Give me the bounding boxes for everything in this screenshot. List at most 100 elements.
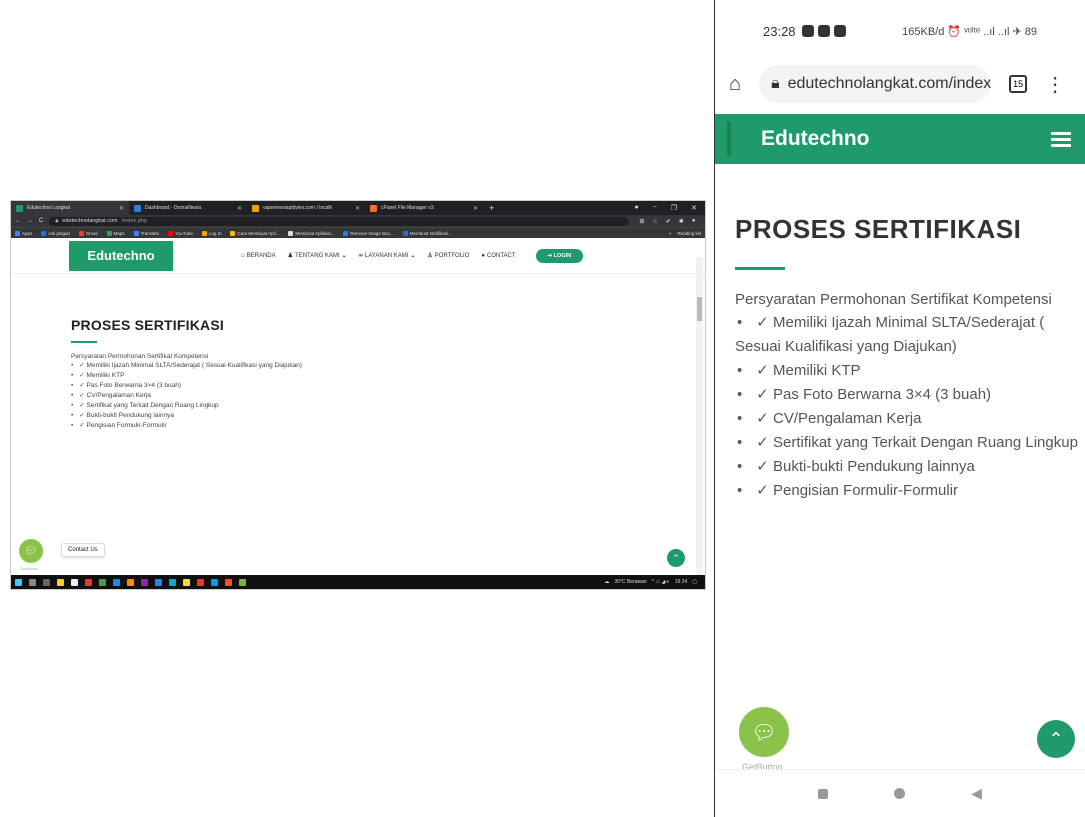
minimize-icon[interactable]: − [653,204,657,212]
close-window-icon[interactable]: ✕ [691,204,697,212]
task-view-icon[interactable] [43,578,50,586]
close-tab-icon[interactable]: ✕ [119,205,124,212]
bookmark-item[interactable]: Cara Membuat Apli... [230,230,279,236]
hamburger-menu-icon[interactable] [1051,131,1071,147]
nav-contact[interactable]: ● CONTACT [481,252,515,259]
nav-layanan-kami[interactable]: ∞ LAYANAN KAMI ⌄ [359,252,416,260]
search-icon[interactable] [29,578,36,586]
contact-us-tooltip[interactable]: Contact Us [61,543,105,557]
list-item: ✓ CV/Pengalaman Kerja [735,407,1080,431]
browser-tab[interactable]: Dashboard - DomaiNesia ✕ [129,201,247,215]
back-to-top-button[interactable]: ⌃ [667,549,685,567]
address-bar[interactable]: 🔒︎ edutechnolangkat.com/index.php [49,216,630,226]
tray-icons[interactable]: ^ ▭ ◢ 🔈︎ [652,579,670,585]
taskbar-app-icon[interactable] [239,578,246,586]
getbutton-chat-button[interactable]: 💬︎ [739,707,789,757]
address-bar[interactable]: 🔒︎ edutechnolangkat.com/index [759,65,992,103]
recents-icon[interactable] [818,788,829,799]
taskbar-app-icon[interactable] [71,578,78,586]
taskbar-app-icon[interactable] [57,578,64,586]
notification-icon[interactable]: ▢ [692,579,697,585]
title-underline [735,267,785,270]
windows-taskbar: ☁ 30°C Berawan ^ ▭ ◢ 🔈︎ 19:24 ▢ [11,575,705,589]
url-text: edutechnolangkat.com/index [787,75,992,92]
home-icon: ⌂ [241,252,245,259]
browser-tab[interactable]: vapeenesiapidyles.com / localh ✕ [247,201,365,215]
forward-icon[interactable]: → [27,218,33,224]
bookmark-item[interactable]: Gmail [78,230,98,236]
chevron-up-icon: ⌃ [672,552,680,563]
bookmark-item[interactable]: cek plagiat [41,230,70,236]
page-content: PROSES SERTIFIKASI Persyaratan Permohona… [71,317,671,431]
taskbar-app-icon[interactable] [169,578,176,586]
close-tab-icon[interactable]: ✕ [237,205,242,212]
chevron-up-icon: ⌃ [1048,728,1064,749]
taskbar-app-icon[interactable] [197,578,204,586]
tab-switcher-button[interactable]: 15 [1009,75,1028,93]
login-button[interactable]: ➜ LOGIN [535,248,584,263]
site-logo[interactable]: Edutechno [69,240,173,271]
taskbar-app-icon[interactable] [127,578,134,586]
bookmark-item[interactable]: Maps [106,230,125,236]
nav-tentang-kami[interactable]: ♟ TENTANG KAMI ⌄ [288,252,347,260]
more-icon[interactable]: ⋮ [703,218,705,225]
close-tab-icon[interactable]: ✕ [473,205,478,212]
bookmark-item[interactable]: Remove Image Bac... [343,230,394,236]
list-item: ✓ Bukti-bukti Pendukung lainnya [735,455,1080,479]
chat-icon: 💬︎ [751,721,777,744]
taskbar-app-icon[interactable] [141,578,148,586]
star-icon[interactable]: ☆ [652,218,657,225]
close-tab-icon[interactable]: ✕ [355,205,360,212]
taskbar-app-icon[interactable] [211,578,218,586]
reload-icon[interactable]: C [39,218,43,224]
windows-start-icon[interactable] [15,578,22,586]
taskbar-app-icon[interactable] [85,578,92,586]
tab-label: Dashboard - DomaiNesia [145,205,202,211]
back-to-top-button[interactable]: ⌃ [1037,720,1075,758]
more-bookmarks-icon[interactable]: » [669,231,672,236]
back-icon[interactable]: ◀ [971,785,982,802]
bookmark-item[interactable]: YouTube [168,230,193,236]
bookmark-item[interactable]: Membuat Aplikasi... [288,230,334,236]
taskbar-app-icon[interactable] [225,578,232,586]
puzzle-icon[interactable]: ✱ [679,218,684,225]
extension-icon[interactable]: ✔ [666,218,671,225]
taskbar-app-icon[interactable] [155,578,162,586]
bookmark-item[interactable]: Log In [201,230,221,236]
bookmark-item[interactable]: Membuat Notifikasi... [402,230,452,236]
tab-label: vapeenesiapidyles.com / localh [263,205,333,211]
getbutton-chat-button[interactable]: 💬︎ [19,539,43,563]
address-toolbar: ← → C 🔒︎ edutechnolangkat.com/index.php … [11,215,705,227]
requirements-intro: Persyaratan Permohonan Sertifikat Kompet… [735,291,1052,308]
bookmark-item[interactable]: Translate [133,230,159,236]
android-nav-bar: ◀ [715,769,1085,817]
window-controls: ● − ❐ ✕ [635,204,705,212]
browser-tab[interactable]: cPanel File Manager v3 ✕ [365,201,483,215]
phone-address-row: ⌂ 🔒︎ edutechnolangkat.com/index 15 ⋮ [715,62,1085,106]
back-icon[interactable]: ← [15,218,21,224]
more-icon[interactable]: ⋮ [1045,72,1065,97]
reading-list-button[interactable]: Reading list [677,231,701,236]
page-scrollbar[interactable] [696,257,703,575]
requirements-intro: Persyaratan Permohonan Sertifikat Kompet… [71,353,209,360]
new-tab-icon[interactable]: + [483,203,500,213]
taskbar-app-icon[interactable] [183,578,190,586]
site-logo[interactable]: Edutechno [761,127,870,151]
taskbar-app-icon[interactable] [113,578,120,586]
bookmark-item[interactable]: Apps [15,230,32,236]
profile-icon[interactable]: ● [692,218,696,225]
browser-tab[interactable]: Edutechno Langkat ✕ [11,201,129,215]
maximize-icon[interactable]: ❐ [671,204,677,212]
home-icon[interactable]: ⌂ [729,73,741,96]
taskbar-app-icon[interactable] [99,578,106,586]
chat-icon: ● [481,252,485,259]
phone-status-bar: 23:28 165KB/d ⏰ ᵛᵒˡᵗᵉ ..ıl ..ıl ✈ 89 [715,0,1085,62]
nav-beranda[interactable]: ⌂ BERANDA [241,252,276,259]
record-icon[interactable]: ● [635,204,639,212]
home-button-icon[interactable] [894,788,906,799]
nav-portfolio[interactable]: ♙ PORTFOLIO [427,252,469,260]
translate-icon[interactable]: ⊞ [639,218,644,225]
browser-tab-bar: Edutechno Langkat ✕ Dashboard - DomaiNes… [11,201,705,215]
status-indicators: 165KB/d ⏰ ᵛᵒˡᵗᵉ ..ıl ..ıl ✈ 89 [902,25,1037,38]
scrollbar-thumb[interactable] [697,297,702,321]
